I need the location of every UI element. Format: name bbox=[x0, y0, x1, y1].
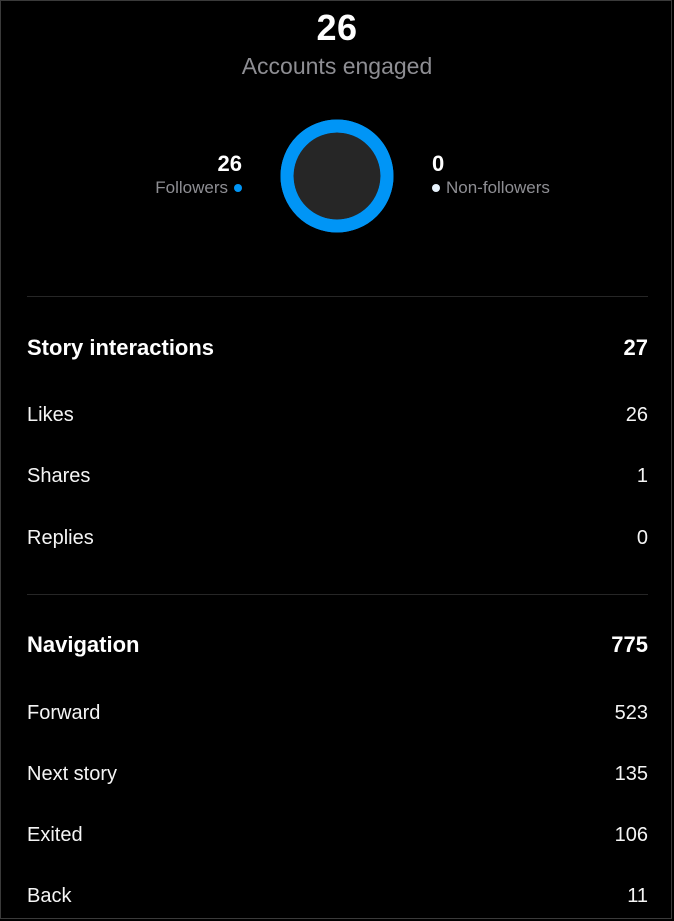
accounts-engaged-label: Accounts engaged bbox=[241, 53, 433, 79]
stat-row-value: 1 bbox=[636, 464, 648, 487]
stat-row-likes: Likes 26 bbox=[27, 400, 648, 430]
stat-row-label: Back bbox=[27, 884, 72, 907]
non-followers-count: 0 bbox=[432, 151, 445, 176]
accounts-engaged-count: 26 bbox=[316, 7, 358, 48]
navigation-header: Navigation 775 bbox=[27, 630, 648, 660]
stat-row-label: Shares bbox=[27, 464, 91, 487]
story-interactions-header: Story interactions 27 bbox=[27, 333, 648, 363]
navigation-total: 775 bbox=[611, 632, 648, 657]
accounts-engaged-header: 26 Accounts engaged bbox=[0, 6, 674, 81]
stat-row-label: Exited bbox=[27, 823, 83, 846]
stat-row-forward: Forward 523 bbox=[27, 698, 648, 728]
stat-row-label: Likes bbox=[27, 403, 74, 426]
followers-donut-chart bbox=[280, 119, 394, 233]
story-interactions-total: 27 bbox=[623, 335, 648, 360]
stat-row-value: 26 bbox=[625, 403, 648, 426]
stat-row-label: Forward bbox=[27, 701, 101, 724]
followers-legend: Followers bbox=[100, 178, 242, 198]
stat-row-value: 0 bbox=[636, 526, 648, 549]
navigation-title: Navigation bbox=[27, 632, 140, 657]
followers-stat: 26 Followers bbox=[100, 150, 242, 198]
non-followers-stat: 0 Non-followers bbox=[432, 150, 632, 198]
stat-row-value: 11 bbox=[627, 884, 648, 907]
stat-row-value: 106 bbox=[614, 823, 648, 846]
story-interactions-title: Story interactions bbox=[27, 335, 215, 360]
non-followers-label: Non-followers bbox=[446, 178, 550, 197]
non-followers-dot-icon bbox=[432, 184, 440, 192]
followers-label: Followers bbox=[155, 178, 228, 197]
stat-row-value: 523 bbox=[614, 701, 648, 724]
section-divider bbox=[27, 594, 648, 595]
section-divider bbox=[27, 296, 648, 297]
non-followers-legend: Non-followers bbox=[432, 178, 632, 198]
followers-count: 26 bbox=[217, 151, 242, 176]
stat-row-back: Back 11 bbox=[27, 881, 648, 911]
followers-dot-icon bbox=[234, 184, 242, 192]
stat-row-label: Next story bbox=[27, 762, 118, 785]
stat-row-label: Replies bbox=[27, 526, 94, 549]
stat-row-replies: Replies 0 bbox=[27, 523, 648, 553]
stat-row-next-story: Next story 135 bbox=[27, 759, 648, 789]
stat-row-shares: Shares 1 bbox=[27, 461, 648, 491]
stat-row-exited: Exited 106 bbox=[27, 820, 648, 850]
stat-row-value: 135 bbox=[614, 762, 648, 785]
